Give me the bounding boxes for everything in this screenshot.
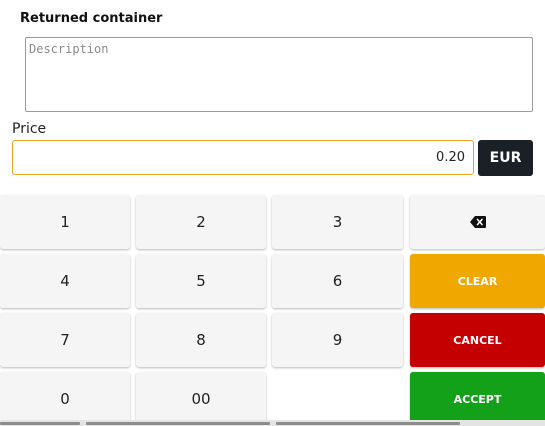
- scrollbar-segment: [276, 422, 460, 425]
- key-6[interactable]: 6: [272, 254, 403, 308]
- key-3[interactable]: 3: [272, 195, 403, 249]
- key-5[interactable]: 5: [136, 254, 266, 308]
- currency-button[interactable]: EUR: [478, 140, 533, 176]
- scrollbar-segment: [86, 422, 270, 425]
- dialog-title: Returned container: [20, 11, 163, 26]
- price-label: Price: [12, 121, 47, 137]
- key-0[interactable]: 0: [0, 372, 130, 426]
- backspace-button[interactable]: [410, 195, 545, 249]
- cancel-button[interactable]: CANCEL: [410, 313, 545, 367]
- key-00[interactable]: 00: [136, 372, 266, 426]
- description-input[interactable]: [25, 37, 533, 112]
- key-7[interactable]: 7: [0, 313, 130, 367]
- key-4[interactable]: 4: [0, 254, 130, 308]
- accept-button[interactable]: ACCEPT: [410, 372, 545, 426]
- price-input[interactable]: [12, 140, 474, 175]
- key-9[interactable]: 9: [272, 313, 403, 367]
- clear-button[interactable]: CLEAR: [410, 254, 545, 308]
- key-2[interactable]: 2: [136, 195, 266, 249]
- backspace-icon: [469, 216, 486, 228]
- key-1[interactable]: 1: [0, 195, 130, 249]
- scrollbar-segment: [0, 422, 80, 425]
- key-8[interactable]: 8: [136, 313, 266, 367]
- bottom-scrollbar[interactable]: [0, 420, 545, 426]
